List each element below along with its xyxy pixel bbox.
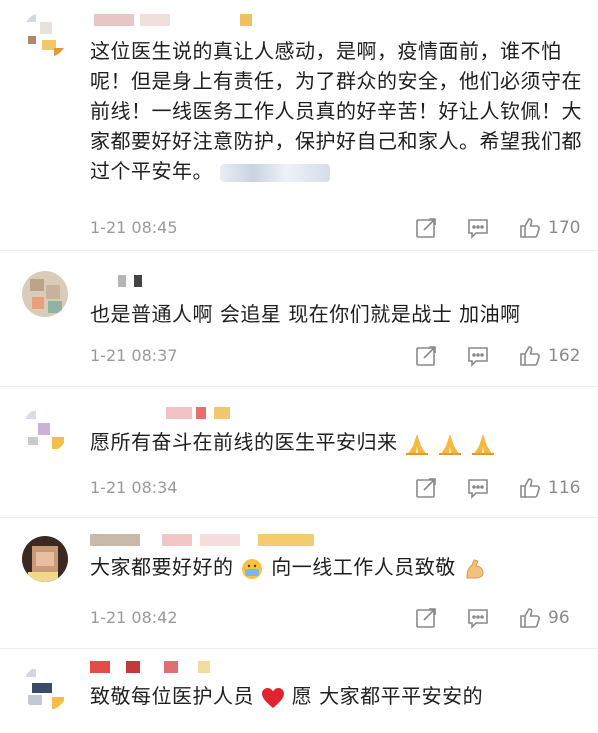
avatar[interactable] [22, 665, 68, 711]
comment-item: 也是普通人啊 会追星 现在你们就是战士 加油啊 1-21 08:37 162 [0, 251, 598, 387]
like-count: 162 [548, 346, 581, 366]
comment-text: 这位医生说的真让人感动，是啊，疫情面前，谁不怕呢！但是身上有责任，为了群众的安全… [90, 39, 582, 183]
comment-icon[interactable] [466, 476, 490, 500]
comment-meta: 1-21 08:37 162 [90, 343, 584, 369]
thumbs-up-icon[interactable] [518, 476, 542, 500]
comment-text: 愿所有奋斗在前线的医生平安归来 [90, 427, 584, 457]
avatar[interactable] [22, 271, 68, 317]
comment-meta: 1-21 08:45 170 [90, 215, 584, 241]
username-redacted[interactable] [90, 407, 230, 423]
comment-icon[interactable] [466, 216, 490, 240]
share-icon[interactable] [414, 344, 438, 368]
username-redacted[interactable] [90, 14, 270, 30]
comment-meta: 1-21 08:42 96 [90, 605, 584, 631]
folded-hands-emoji [472, 433, 495, 455]
comment-meta: 1-21 08:34 116 [90, 475, 584, 501]
red-heart-emoji [261, 687, 284, 708]
redacted-blur [219, 163, 330, 182]
action-bar: 162 [386, 343, 584, 369]
folded-hands-emoji [406, 433, 429, 455]
comment-icon[interactable] [466, 606, 490, 630]
thumbs-up-icon[interactable] [518, 216, 542, 240]
username-redacted[interactable] [90, 661, 230, 677]
timestamp: 1-21 08:45 [90, 218, 178, 237]
folded-hands-emoji [439, 433, 462, 455]
comment-text: 也是普通人啊 会追星 现在你们就是战士 加油啊 [90, 302, 521, 326]
face-with-medical-mask-emoji [242, 558, 263, 579]
flexed-biceps-emoji [466, 558, 484, 578]
like-count: 170 [548, 218, 581, 238]
comment-item: 致敬每位医护人员 愿 大家都平平安安的 [0, 649, 598, 733]
thumbs-up-icon[interactable] [518, 606, 542, 630]
action-bar: 96 [386, 605, 584, 631]
avatar[interactable] [22, 407, 68, 453]
comment-item: 这位医生说的真让人感动，是啊，疫情面前，谁不怕呢！但是身上有责任，为了群众的安全… [0, 0, 598, 251]
like-count: 116 [548, 478, 581, 498]
comment-feed: 这位医生说的真让人感动，是啊，疫情面前，谁不怕呢！但是身上有责任，为了群众的安全… [0, 0, 598, 729]
like-count: 96 [548, 608, 570, 628]
comment-item: 大家都要好好的 向一线工作人员致敬 1-21 08:42 96 [0, 518, 598, 649]
comment-text: 大家都要好好的 向一线工作人员致敬 [90, 552, 584, 582]
action-bar: 170 [386, 215, 584, 241]
avatar[interactable] [22, 536, 68, 582]
username-redacted[interactable] [90, 534, 320, 550]
share-icon[interactable] [414, 476, 438, 500]
avatar[interactable] [22, 12, 68, 58]
comment-text: 致敬每位医护人员 愿 大家都平平安安的 [90, 684, 484, 708]
username-redacted[interactable] [90, 275, 150, 291]
timestamp: 1-21 08:37 [90, 346, 178, 365]
share-icon[interactable] [414, 606, 438, 630]
thumbs-up-icon[interactable] [518, 344, 542, 368]
share-icon[interactable] [414, 216, 438, 240]
timestamp: 1-21 08:42 [90, 608, 178, 627]
action-bar: 116 [386, 475, 584, 501]
comment-icon[interactable] [466, 344, 490, 368]
comment-item: 愿所有奋斗在前线的医生平安归来 1-21 08:34 116 [0, 387, 598, 518]
timestamp: 1-21 08:34 [90, 478, 178, 497]
